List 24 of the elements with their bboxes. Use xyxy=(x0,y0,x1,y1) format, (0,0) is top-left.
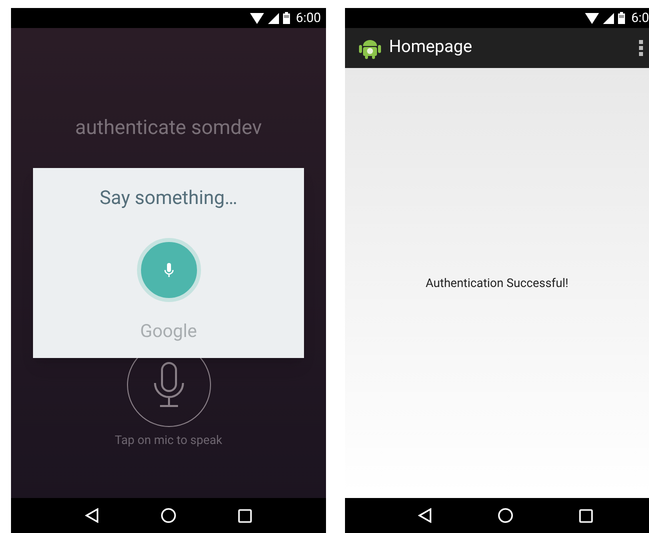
home-icon[interactable] xyxy=(161,508,176,523)
wifi-icon xyxy=(250,12,264,24)
microphone-icon xyxy=(152,362,186,408)
battery-icon xyxy=(282,12,290,24)
google-logo-text: Google xyxy=(140,320,197,344)
microphone-icon xyxy=(164,262,174,278)
dialog-title: Say something… xyxy=(100,185,238,211)
back-icon[interactable] xyxy=(418,508,432,523)
wifi-icon xyxy=(585,12,600,24)
clock: 6:00 xyxy=(296,12,321,24)
more-options-icon[interactable] xyxy=(639,40,643,56)
hint-text: Tap on mic to speak xyxy=(114,432,222,449)
status-message: Authentication Successful! xyxy=(426,275,568,292)
android-icon xyxy=(359,37,381,59)
recents-icon[interactable] xyxy=(578,508,592,522)
signal-icon xyxy=(603,12,614,24)
signal-icon xyxy=(268,12,279,24)
clock: 6:0 xyxy=(631,12,649,24)
home-icon[interactable] xyxy=(498,508,512,523)
battery-icon xyxy=(618,12,626,24)
recents-icon[interactable] xyxy=(238,508,252,522)
app-title: Homepage xyxy=(389,36,474,60)
query-text: authenticate somdev xyxy=(75,114,262,140)
back-icon[interactable] xyxy=(85,508,99,523)
